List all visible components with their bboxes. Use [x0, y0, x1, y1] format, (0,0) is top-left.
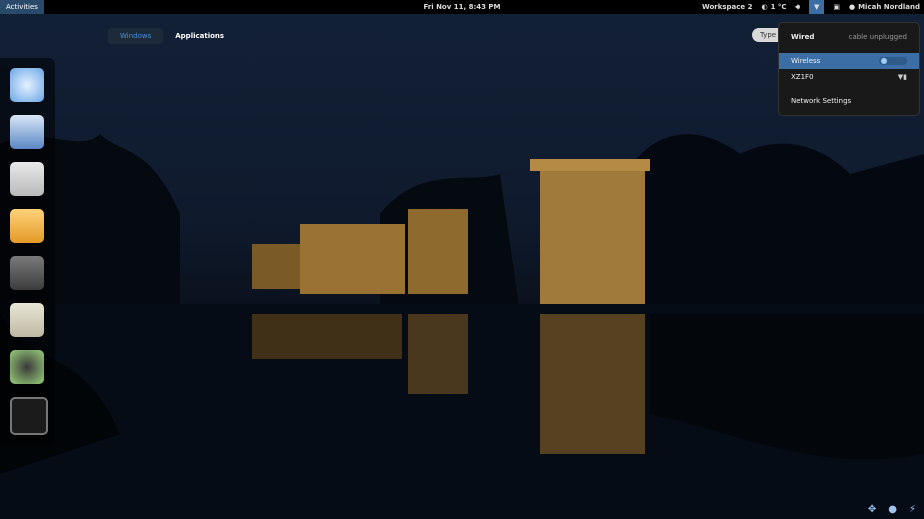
wired-label: Wired	[791, 33, 815, 41]
settings-icon[interactable]	[10, 256, 44, 290]
banshee-icon[interactable]	[10, 209, 44, 243]
system-tray: Workspace 2 ◐ 1 °C 🔊︎ ▼ ▣ ● Micah Nordla…	[702, 0, 920, 14]
power-icon[interactable]: ⚡	[909, 504, 916, 515]
globe-icon[interactable]: ●	[888, 504, 897, 515]
calculator-icon[interactable]	[10, 303, 44, 337]
wireless-toggle[interactable]	[879, 57, 907, 65]
volume-icon[interactable]: 🔊︎	[796, 0, 800, 14]
weather-indicator[interactable]: ◐ 1 °C	[761, 0, 786, 14]
wired-status: cable unplugged	[848, 33, 907, 41]
bottom-tray: ✥ ● ⚡	[868, 504, 916, 515]
wireless-label: Wireless	[791, 57, 821, 65]
tab-windows[interactable]: Windows	[108, 28, 164, 44]
chat-icon: ●	[848, 3, 856, 11]
temperature-label: 1 °C	[770, 3, 787, 11]
workspace-indicator[interactable]: Workspace 2	[702, 0, 753, 14]
dash	[0, 58, 55, 446]
user-menu[interactable]: ● Micah Nordland	[849, 0, 920, 14]
wireless-row[interactable]: Wireless	[779, 53, 919, 69]
wired-row[interactable]: Wired cable unplugged	[779, 29, 919, 45]
files-icon[interactable]	[10, 162, 44, 196]
moon-icon: ◐	[761, 3, 768, 11]
network-name: XZ1F0	[791, 73, 814, 81]
writer-icon[interactable]	[10, 115, 44, 149]
cheese-icon[interactable]	[10, 350, 44, 384]
network-settings-label: Network Settings	[791, 97, 852, 105]
chromium-icon[interactable]	[10, 68, 44, 102]
overview-tabs: Windows Applications	[108, 28, 236, 44]
clipboard-icon[interactable]: ▣	[833, 0, 840, 14]
top-bar: Activities Fri Nov 11, 8:43 PM Workspace…	[0, 0, 924, 14]
network-icon[interactable]: ▼	[808, 0, 825, 14]
user-name: Micah Nordland	[858, 3, 920, 11]
network-row[interactable]: XZ1F0 ▼▮	[779, 69, 919, 85]
tab-applications[interactable]: Applications	[163, 28, 236, 44]
move-icon[interactable]: ✥	[868, 504, 876, 515]
terminal-icon[interactable]	[10, 397, 48, 435]
network-menu: Wired cable unplugged Wireless XZ1F0 ▼▮ …	[778, 22, 920, 116]
wifi-signal-icon: ▼▮	[897, 73, 907, 81]
network-settings-row[interactable]: Network Settings	[779, 93, 919, 109]
